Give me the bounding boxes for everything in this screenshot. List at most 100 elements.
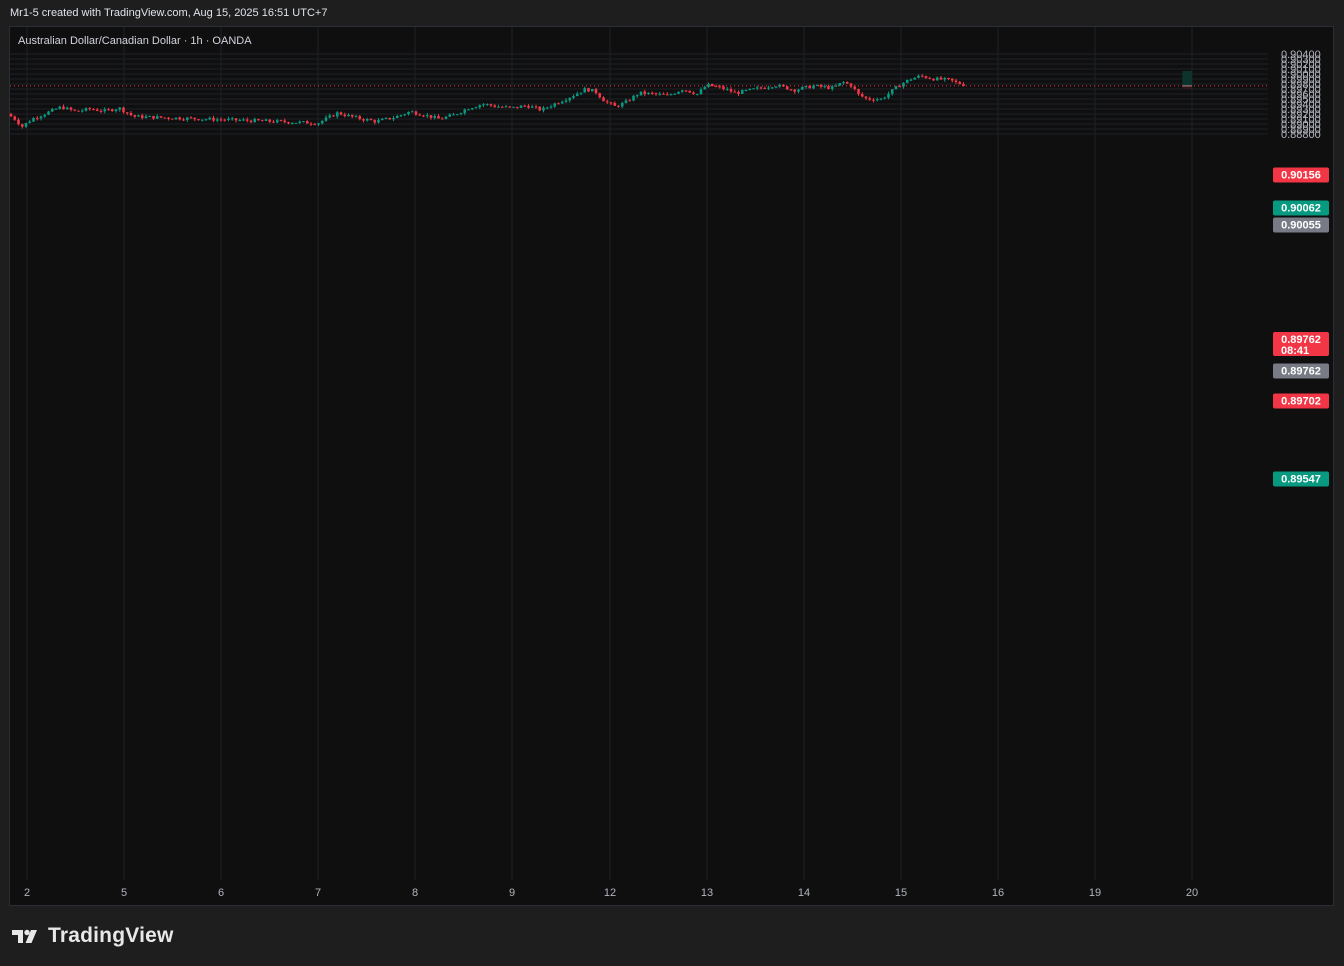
candle-body[interactable] [793,89,797,92]
candle-body[interactable] [287,122,290,124]
candle-body[interactable] [208,117,212,120]
candle-body[interactable] [834,85,838,87]
candle-body[interactable] [122,107,125,113]
candle-body[interactable] [279,120,283,122]
candle-body[interactable] [9,114,13,117]
candle-body[interactable] [665,94,669,96]
candle-body[interactable] [152,115,155,119]
candle-body[interactable] [140,115,144,119]
candle-body[interactable] [58,106,62,109]
candle-body[interactable] [673,93,677,95]
candle-body[interactable] [954,80,958,83]
candle-body[interactable] [624,100,628,103]
candle-body[interactable] [219,119,223,121]
candle-body[interactable] [714,86,718,88]
candle-body[interactable] [617,105,620,107]
candle-body[interactable] [527,105,530,108]
candle-body[interactable] [504,106,508,108]
candle-body[interactable] [733,91,737,93]
candle-body[interactable] [725,89,729,91]
candle-body[interactable] [485,104,489,106]
candle-body[interactable] [467,109,470,111]
candle-body[interactable] [493,105,497,107]
candle-body[interactable] [699,89,703,94]
candle-body[interactable] [860,93,864,97]
candle-body[interactable] [253,119,257,123]
candle-body[interactable] [167,117,170,119]
candle-body[interactable] [283,120,287,123]
candle-body[interactable] [478,105,482,108]
candle-body[interactable] [519,105,523,108]
candle-body[interactable] [744,89,748,91]
candle-body[interactable] [958,82,962,85]
candle-body[interactable] [797,89,800,92]
candle-body[interactable] [54,108,58,110]
candle-body[interactable] [635,95,639,97]
candle-body[interactable] [767,87,770,89]
candle-body[interactable] [245,119,249,121]
candle-body[interactable] [343,114,347,117]
candle-body[interactable] [32,118,35,122]
candle-body[interactable] [842,82,845,84]
candle-body[interactable] [62,106,65,110]
candle-body[interactable] [392,118,395,120]
candle-body[interactable] [193,117,197,120]
candle-body[interactable] [887,93,890,98]
candle-body[interactable] [774,86,778,88]
candle-body[interactable] [189,117,193,119]
candle-body[interactable] [759,87,763,89]
candle-body[interactable] [414,111,418,115]
candle-body[interactable] [770,87,774,89]
candle-body[interactable] [20,124,24,127]
candle-body[interactable] [88,108,92,110]
candle-body[interactable] [47,111,50,115]
candle-body[interactable] [418,114,422,116]
candle-body[interactable] [752,88,755,90]
candle-body[interactable] [789,89,793,91]
candle-body[interactable] [65,107,69,110]
candle-body[interactable] [204,119,208,121]
candle-body[interactable] [155,116,159,119]
candle-body[interactable] [99,110,103,112]
candle-body[interactable] [879,98,883,100]
candle-body[interactable] [583,88,587,93]
candle-body[interactable] [609,102,613,104]
candle-body[interactable] [560,101,564,104]
candle-body[interactable] [830,86,834,89]
candle-body[interactable] [590,88,594,92]
candle-body[interactable] [722,86,725,90]
candle-body[interactable] [740,90,744,94]
candle-body[interactable] [43,114,47,117]
candle-body[interactable] [260,120,264,122]
candle-body[interactable] [572,96,575,98]
candle-body[interactable] [868,98,872,100]
candle-body[interactable] [238,120,242,122]
candle-body[interactable] [613,102,617,106]
price-chart[interactable]: 0.904000.903000.902000.901000.900000.899… [0,0,1344,966]
candle-body[interactable] [463,109,467,114]
candle-body[interactable] [137,115,140,117]
candle-body[interactable] [197,119,200,121]
candle-body[interactable] [542,107,545,111]
candle-body[interactable] [890,89,894,94]
candle-body[interactable] [170,118,174,120]
candle-body[interactable] [647,92,650,95]
candle-body[interactable] [129,112,133,116]
candle-body[interactable] [707,83,710,88]
candle-body[interactable] [632,95,635,101]
candle-body[interactable] [84,108,88,111]
candle-body[interactable] [242,119,245,121]
candle-body[interactable] [695,93,699,95]
candle-body[interactable] [399,115,403,117]
candle-body[interactable] [455,114,459,116]
candle-body[interactable] [883,97,887,99]
candle-body[interactable] [125,112,129,114]
candle-body[interactable] [658,93,662,95]
candle-body[interactable] [639,91,643,96]
candle-body[interactable] [444,116,448,119]
candle-body[interactable] [73,109,77,111]
candle-body[interactable] [234,118,238,121]
candle-body[interactable] [950,78,954,81]
candle-body[interactable] [369,119,373,121]
candle-body[interactable] [324,117,328,121]
